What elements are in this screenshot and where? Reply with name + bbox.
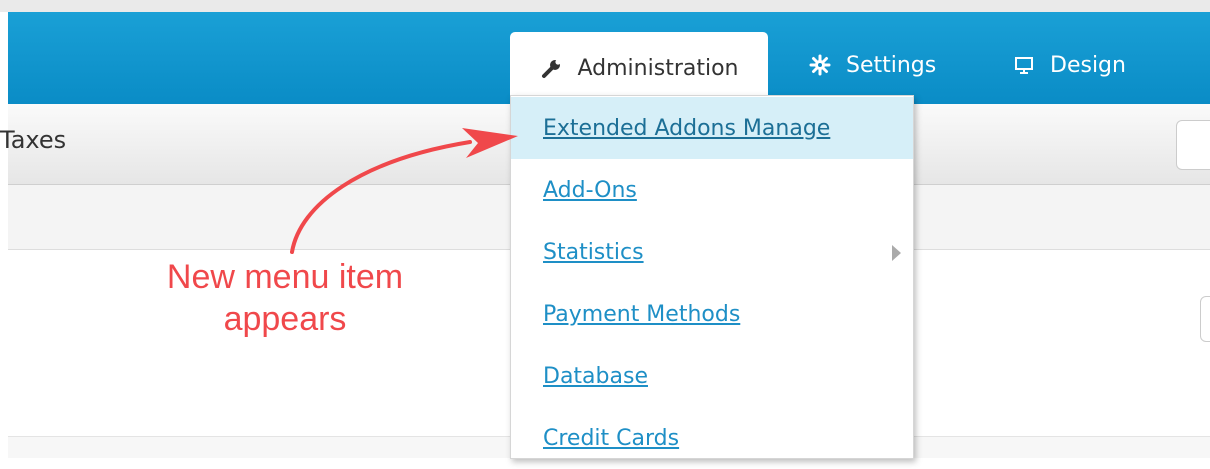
menu-item-database[interactable]: Database <box>511 345 913 407</box>
menu-item-payment-methods[interactable]: Payment Methods <box>511 283 913 345</box>
menu-item-add-ons[interactable]: Add-Ons <box>511 159 913 221</box>
menu-item-label: Statistics <box>543 239 644 265</box>
annotation-line-1: New menu item <box>166 258 404 296</box>
tab-administration-label: Administration <box>577 55 739 81</box>
tab-administration[interactable]: Administration <box>510 32 768 104</box>
tab-design[interactable]: Design <box>1012 32 1126 98</box>
monitor-icon <box>1012 53 1036 77</box>
wrench-icon <box>540 56 564 80</box>
tab-design-label: Design <box>1050 52 1126 78</box>
menu-item-label: Credit Cards <box>543 425 680 451</box>
menu-item-label: Extended Addons Manage <box>543 115 831 141</box>
menu-item-credit-cards[interactable]: Credit Cards <box>511 407 913 469</box>
tab-settings[interactable]: Settings <box>808 32 936 98</box>
top-strip <box>0 0 1210 12</box>
menu-item-extended-addons-manage[interactable]: Extended Addons Manage <box>511 97 913 159</box>
chevron-right-icon <box>892 245 901 261</box>
tab-settings-label: Settings <box>846 52 937 78</box>
annotation-callout: New menu item appears <box>150 256 420 340</box>
header-action-button[interactable] <box>1176 120 1210 170</box>
menu-item-label: Add-Ons <box>543 177 637 203</box>
content-action-button[interactable] <box>1200 296 1210 342</box>
menu-item-label: Database <box>543 363 648 389</box>
administration-dropdown-menu: Extended Addons Manage Add-Ons Statistic… <box>510 95 914 459</box>
menu-item-statistics[interactable]: Statistics <box>511 221 913 283</box>
page-title: Taxes <box>0 126 67 154</box>
annotation-line-2: appears <box>223 300 347 338</box>
gear-icon <box>808 53 832 77</box>
menu-item-label: Payment Methods <box>543 301 741 327</box>
